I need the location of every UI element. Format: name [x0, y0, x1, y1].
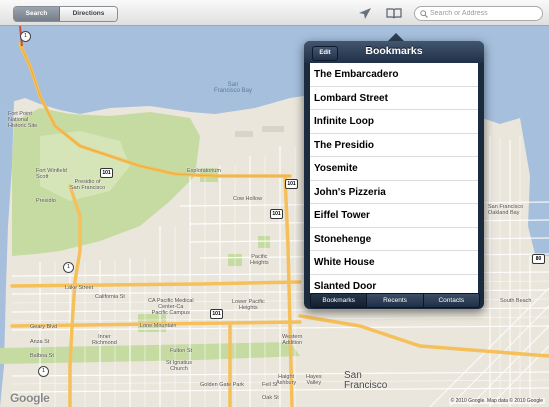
map-label-st-ignatius: St Ignatius Church: [166, 360, 192, 372]
bookmark-item[interactable]: Infinite Loop: [310, 110, 478, 134]
bookmark-item[interactable]: Slanted Door: [310, 275, 478, 294]
bookmark-item[interactable]: White House: [310, 251, 478, 275]
highway-80-shield: 80: [532, 254, 545, 264]
map-label-presidio-small: Presidio: [36, 198, 56, 204]
map-label-ca-pacific-med: CA Pacific Medical Center-Ca Pacific Cam…: [148, 298, 194, 316]
map-label-fell-st: Fell St: [262, 382, 278, 388]
bookmark-item[interactable]: The Embarcadero: [310, 63, 478, 87]
bookmark-item[interactable]: Stonehenge: [310, 228, 478, 251]
toolbar: Search Directions: [0, 0, 549, 26]
highway-101-shield: 101: [210, 309, 223, 319]
map-label-california-st: California St: [95, 294, 125, 300]
tab-contacts[interactable]: Contacts: [423, 294, 479, 307]
highway-101-shield: 101: [100, 168, 113, 178]
location-arrow-icon[interactable]: [358, 7, 372, 20]
map-label-hayes-valley: Hayes Valley: [306, 374, 322, 386]
bookmark-item[interactable]: Yosemite: [310, 157, 478, 181]
map-label-south-beach: South Beach: [500, 298, 532, 304]
map-label-cow-hollow: Cow Hollow: [233, 196, 263, 202]
map-label-fort-winfield: Fort Winfield Scott: [36, 168, 67, 180]
map-label-inner-richmond: Inner Richmond: [92, 334, 117, 346]
bookmark-item[interactable]: John's Pizzeria: [310, 181, 478, 204]
highway-1-shield: 1: [63, 262, 74, 273]
edit-button[interactable]: Edit: [312, 46, 338, 61]
map-label-haight: Haight Ashbury: [276, 374, 297, 386]
map-attribution[interactable]: © 2010 Google. Map data © 2010 Google: [448, 398, 545, 404]
highway-1-shield: 1: [20, 31, 31, 42]
map-label-geary-blvd: Geary Blvd: [30, 324, 58, 330]
open-book-icon[interactable]: [386, 8, 402, 19]
tab-bookmarks[interactable]: Bookmarks: [311, 294, 368, 307]
map-label-fulton-st: Fulton St: [170, 348, 193, 354]
directions-tab[interactable]: Directions: [60, 7, 117, 21]
bookmark-item[interactable]: Eiffel Tower: [310, 204, 478, 228]
map-label-anza-st: Anza St: [30, 339, 50, 345]
bookmarks-tab-bar: Bookmarks Recents Contacts: [310, 293, 480, 308]
tab-recents[interactable]: Recents: [367, 294, 424, 307]
map-label-sf-bay: San Francisco Bay: [214, 82, 253, 94]
highway-101-shield: 101: [270, 209, 283, 219]
map-label-lower-pacific: Lower Pacific Heights: [232, 299, 265, 311]
highway-101-shield: 101: [285, 179, 298, 189]
map-label-western-addition: Western Addition: [282, 334, 303, 346]
highway-1-shield: 1: [38, 366, 49, 377]
bookmarks-list[interactable]: The Embarcadero Lombard Street Infinite …: [310, 63, 478, 293]
map-label-san-francisco: San Francisco: [344, 370, 388, 391]
mode-segmented-control: Search Directions: [13, 6, 118, 22]
map-label-golden-gate-park: Golden Gate Park: [200, 382, 245, 388]
bookmark-item[interactable]: Lombard Street: [310, 87, 478, 110]
search-field[interactable]: [414, 6, 543, 21]
map-label-balboa-st: Balboa St: [30, 353, 54, 359]
map-label-presidio: Presidio of San Francisco: [70, 179, 106, 191]
search-input[interactable]: [430, 8, 538, 19]
search-icon: [420, 10, 428, 18]
bookmark-item[interactable]: The Presidio: [310, 134, 478, 157]
maps-screen: San Francisco Bay Presidio of San Franci…: [0, 0, 549, 407]
map-label-pacific-heights: Pacific Heights: [250, 254, 269, 266]
popover-header: Bookmarks Edit: [304, 41, 484, 63]
map-label-exploratorium: Exploratorium: [187, 168, 221, 174]
map-label-oak-st: Oak St: [262, 395, 279, 401]
google-logo: Google: [10, 391, 50, 405]
map-label-bay-bridge: San Francisco Oakland Bay: [488, 204, 524, 216]
map-label-lake-street: Lake Street: [65, 285, 94, 291]
bookmarks-popover: Bookmarks Edit The Embarcadero Lombard S…: [304, 41, 484, 309]
search-tab[interactable]: Search: [14, 7, 60, 21]
map-label-lone-mountain: Lone Mountain: [140, 323, 177, 329]
map-label-fort-point: Fort Point National Historic Site: [8, 111, 38, 129]
